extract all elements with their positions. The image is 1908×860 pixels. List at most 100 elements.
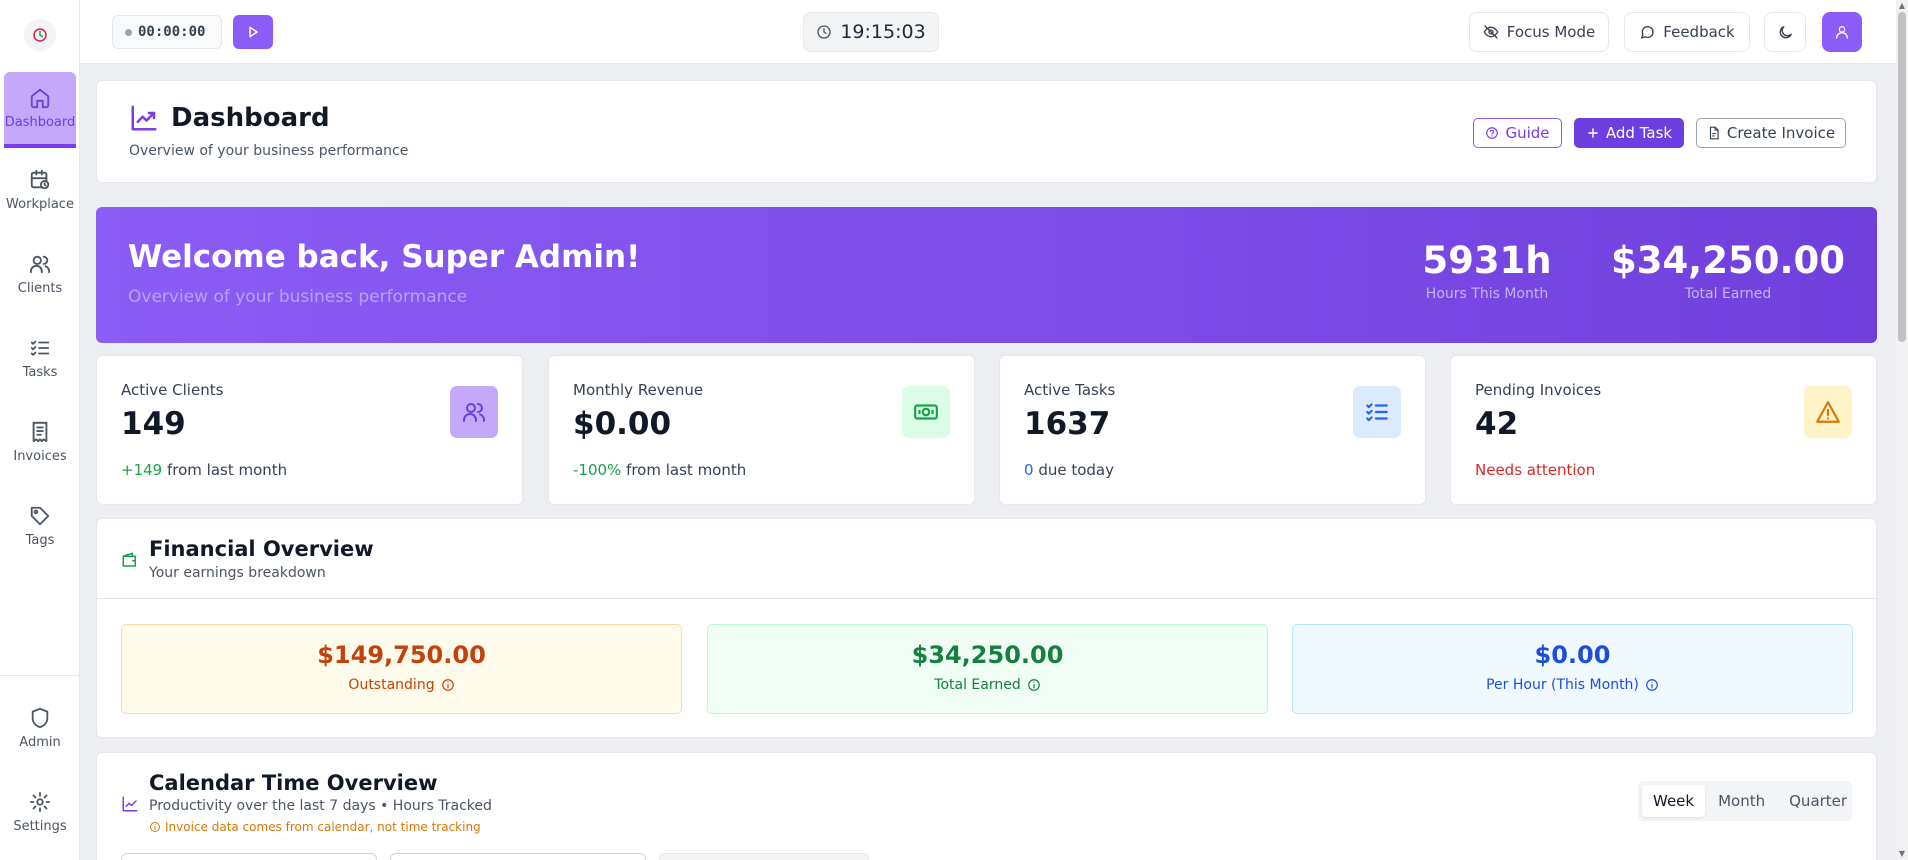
scroll-thumb[interactable] (1898, 12, 1906, 342)
stat-footer: -100% from last month (573, 461, 746, 479)
stat-card-pending-invoices[interactable]: Pending Invoices 42 Needs attention (1450, 355, 1877, 505)
shield-icon (31, 707, 49, 728)
view-toggle[interactable] (659, 853, 869, 860)
stat-delta: Needs attention (1475, 461, 1596, 479)
info-icon[interactable] (1027, 678, 1041, 692)
help-circle-icon (1486, 127, 1499, 139)
stat-value: 42 (1475, 406, 1519, 442)
total-earned-box: $34,250.00 Total Earned (707, 624, 1268, 714)
plus-icon (1588, 128, 1598, 138)
logo-icon (33, 28, 47, 42)
stat-icon-box (450, 386, 498, 438)
list-checks-icon (1366, 403, 1388, 422)
stat-card-active-clients[interactable]: Active Clients 149 +149 from last month (96, 355, 523, 505)
stat-footer-text: from last month (162, 461, 288, 479)
sidebar-item-label: Invoices (13, 448, 67, 464)
scroll-down-arrow[interactable]: ▼ (1898, 850, 1906, 858)
stat-icon-box (1804, 386, 1852, 438)
page-subtitle: Overview of your business performance (129, 143, 409, 159)
stat-footer: 0 due today (1024, 461, 1114, 479)
app-logo[interactable] (24, 19, 56, 51)
moon-icon (1779, 25, 1792, 38)
sidebar-item-invoices[interactable]: Invoices (4, 404, 76, 480)
play-icon (249, 26, 258, 38)
welcome-banner: Welcome back, Super Admin! Overview of y… (96, 207, 1877, 343)
summary-card (390, 853, 646, 860)
sidebar-item-label: Clients (17, 280, 63, 296)
users-icon (463, 403, 485, 422)
trending-up-icon (131, 105, 157, 131)
banknote-icon (914, 404, 938, 420)
stat-delta: +149 (121, 461, 163, 479)
sidebar-item-tasks[interactable]: Tasks (4, 320, 76, 396)
stat-footer: +149 from last month (121, 461, 287, 479)
welcome-subtitle: Overview of your business performance (128, 287, 468, 307)
feedback-label: Feedback (1663, 23, 1735, 41)
create-invoice-label: Create Invoice (1726, 124, 1836, 142)
outstanding-value: $149,750.00 (317, 641, 486, 669)
sidebar-item-label: Admin (19, 734, 61, 750)
add-task-button[interactable]: Add Task (1574, 118, 1684, 148)
stat-label: Active Tasks (1024, 381, 1116, 399)
sidebar: Dashboard Workplace Clients Tasks Invoic… (0, 0, 80, 860)
file-icon (1709, 126, 1719, 140)
total-earned-stat: $34,250.00 Total Earned (1608, 239, 1848, 302)
info-icon[interactable] (441, 678, 455, 692)
start-timer-button[interactable] (233, 15, 273, 49)
user-menu-button[interactable] (1822, 12, 1862, 52)
guide-button[interactable]: Guide (1473, 118, 1562, 148)
stat-value: 1637 (1024, 406, 1111, 442)
theme-toggle-button[interactable] (1764, 12, 1806, 52)
stat-footer-text: from last month (621, 461, 747, 479)
stat-label: Monthly Revenue (573, 381, 704, 399)
per-hour-value: $0.00 (1534, 641, 1611, 669)
tag-icon (30, 506, 50, 525)
period-quarter-tab[interactable]: Quarter (1778, 785, 1858, 817)
outstanding-label: Outstanding (348, 677, 435, 693)
sidebar-item-clients[interactable]: Clients (4, 236, 76, 312)
page-header: Dashboard Overview of your business perf… (96, 80, 1877, 183)
sidebar-item-workplace[interactable]: Workplace (4, 152, 76, 228)
welcome-title: Welcome back, Super Admin! (128, 239, 641, 275)
calendar-note-text: Invoice data comes from calendar, not ti… (165, 820, 481, 834)
stat-delta: 0 (1024, 461, 1034, 479)
hours-this-month-stat: 5931h Hours This Month (1412, 239, 1562, 302)
hours-label: Hours This Month (1425, 286, 1549, 302)
period-week-tab[interactable]: Week (1642, 785, 1706, 817)
financial-overview-subtitle: Your earnings breakdown (149, 565, 326, 581)
sidebar-item-dashboard[interactable]: Dashboard (4, 72, 76, 148)
stat-card-active-tasks[interactable]: Active Tasks 1637 0 due today (999, 355, 1426, 505)
eye-off-icon (1483, 25, 1499, 39)
outstanding-box: $149,750.00 Outstanding (121, 624, 682, 714)
users-icon (29, 255, 51, 273)
financial-overview: Financial Overview Your earnings breakdo… (96, 518, 1877, 738)
receipt-icon (32, 421, 48, 442)
calendar-clock-icon (30, 169, 50, 189)
scroll-up-arrow[interactable]: ▲ (1898, 2, 1906, 10)
guide-label: Guide (1505, 124, 1550, 142)
stat-card-monthly-revenue[interactable]: Monthly Revenue $0.00 -100% from last mo… (548, 355, 975, 505)
focus-mode-button[interactable]: Focus Mode (1469, 12, 1609, 52)
total-earned-label: Total Earned (934, 677, 1021, 693)
create-invoice-button[interactable]: Create Invoice (1696, 118, 1846, 148)
calendar-overview-title: Calendar Time Overview (149, 771, 438, 795)
page-title: Dashboard (171, 103, 330, 133)
feedback-button[interactable]: Feedback (1624, 12, 1750, 52)
sidebar-item-tags[interactable]: Tags (4, 488, 76, 564)
clock-value: 19:15:03 (840, 21, 926, 43)
info-icon[interactable] (1645, 678, 1659, 692)
warning-icon (1816, 401, 1840, 423)
per-hour-label-row: Per Hour (This Month) (1293, 677, 1852, 693)
timer-display[interactable]: 00:00:00 (112, 15, 222, 49)
timer-status-dot (125, 28, 132, 36)
period-month-tab[interactable]: Month (1707, 785, 1776, 817)
sidebar-item-admin[interactable]: Admin (4, 690, 76, 766)
summary-card (121, 853, 377, 860)
sidebar-item-settings[interactable]: Settings (4, 774, 76, 850)
page-scrollbar[interactable]: ▲ ▼ (1896, 0, 1908, 860)
total-earned-value: $34,250.00 (911, 641, 1064, 669)
sidebar-divider (0, 675, 80, 676)
wallet-icon (122, 552, 136, 567)
sidebar-item-label: Workplace (6, 196, 74, 212)
stat-delta: -100% (573, 461, 622, 479)
